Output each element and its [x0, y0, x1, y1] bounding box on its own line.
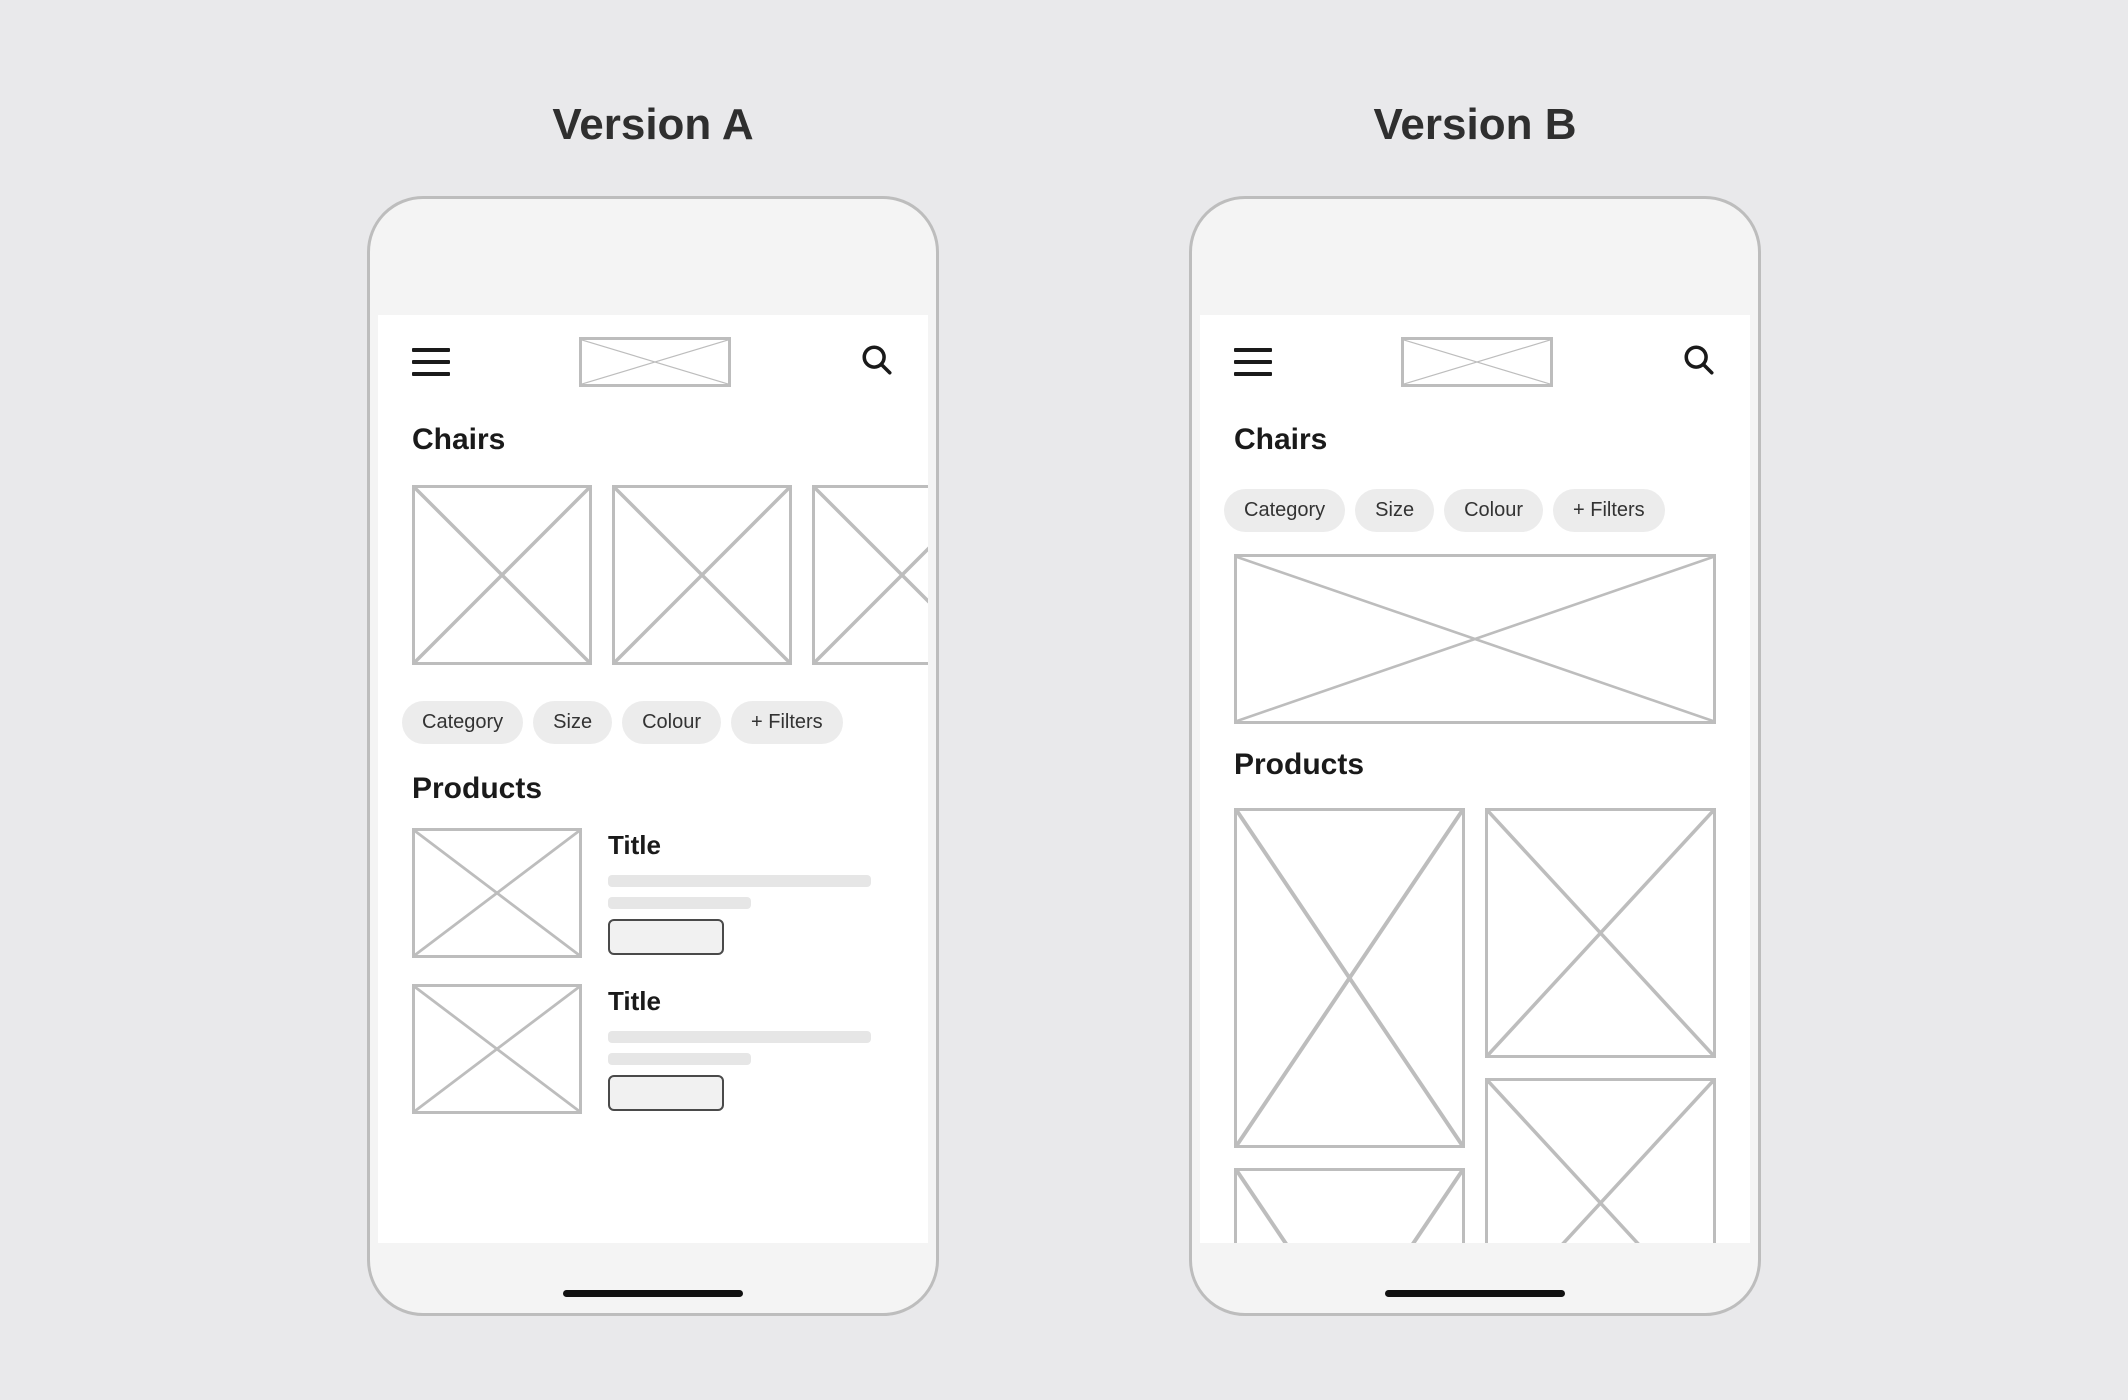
grid-item[interactable]: [1485, 808, 1716, 1058]
version-a-label: Version A: [552, 100, 753, 150]
column-version-a: Version A Chairs: [367, 100, 939, 1316]
product-list: Title Title: [378, 818, 928, 1114]
product-title: Title: [608, 830, 894, 861]
category-heading: Chairs: [378, 393, 928, 469]
filter-pill-colour[interactable]: Colour: [622, 701, 721, 744]
logo-placeholder[interactable]: [579, 337, 731, 387]
list-item[interactable]: Title: [412, 984, 894, 1114]
filter-bar: Category Size Colour + Filters: [1200, 469, 1750, 536]
product-body: Title: [608, 984, 894, 1114]
screen-b: Chairs Category Size Colour + Filters Pr…: [1200, 315, 1750, 1243]
app-header: [378, 315, 928, 393]
carousel-item[interactable]: [812, 485, 928, 665]
column-version-b: Version B Chairs Category: [1189, 100, 1761, 1316]
menu-icon[interactable]: [1234, 348, 1272, 376]
product-grid: [1200, 794, 1750, 1243]
search-icon[interactable]: [860, 343, 894, 382]
category-heading: Chairs: [1200, 393, 1750, 469]
version-b-label: Version B: [1374, 100, 1577, 150]
filter-pill-more[interactable]: + Filters: [1553, 489, 1665, 532]
products-heading: Products: [378, 748, 928, 818]
action-button-placeholder[interactable]: [608, 919, 724, 955]
list-item[interactable]: Title: [412, 828, 894, 958]
product-image-placeholder: [412, 984, 582, 1114]
carousel-item[interactable]: [612, 485, 792, 665]
screen-a: Chairs Category Size Colour + Filters Pr…: [378, 315, 928, 1243]
filter-bar: Category Size Colour + Filters: [378, 681, 928, 748]
hero-image-placeholder: [1234, 554, 1716, 724]
filter-pill-size[interactable]: Size: [1355, 489, 1434, 532]
search-icon[interactable]: [1682, 343, 1716, 382]
grid-item[interactable]: [1485, 1078, 1716, 1243]
filter-pill-more[interactable]: + Filters: [731, 701, 843, 744]
menu-icon[interactable]: [412, 348, 450, 376]
filter-pill-category[interactable]: Category: [402, 701, 523, 744]
grid-item[interactable]: [1234, 808, 1465, 1148]
phone-frame-a: Chairs Category Size Colour + Filters Pr…: [367, 196, 939, 1316]
home-indicator[interactable]: [1385, 1290, 1565, 1297]
products-heading: Products: [1200, 724, 1750, 794]
text-placeholder: [608, 897, 751, 909]
logo-placeholder[interactable]: [1401, 337, 1553, 387]
text-placeholder: [608, 1031, 871, 1043]
carousel-item[interactable]: [412, 485, 592, 665]
category-carousel[interactable]: [378, 469, 928, 681]
hero-banner[interactable]: [1234, 554, 1716, 724]
filter-pill-category[interactable]: Category: [1224, 489, 1345, 532]
home-indicator[interactable]: [563, 1290, 743, 1297]
product-body: Title: [608, 828, 894, 958]
grid-item[interactable]: [1234, 1168, 1465, 1243]
phone-frame-b: Chairs Category Size Colour + Filters Pr…: [1189, 196, 1761, 1316]
text-placeholder: [608, 875, 871, 887]
product-title: Title: [608, 986, 894, 1017]
action-button-placeholder[interactable]: [608, 1075, 724, 1111]
filter-pill-size[interactable]: Size: [533, 701, 612, 744]
filter-pill-colour[interactable]: Colour: [1444, 489, 1543, 532]
text-placeholder: [608, 1053, 751, 1065]
app-header: [1200, 315, 1750, 393]
wireframe-comparison: Version A Chairs: [0, 0, 2128, 1316]
product-image-placeholder: [412, 828, 582, 958]
